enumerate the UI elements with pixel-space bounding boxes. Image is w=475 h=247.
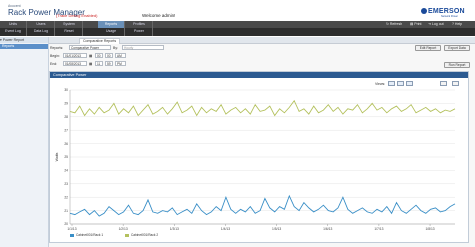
tab-reports[interactable]: Reports xyxy=(98,21,125,28)
y-tick-label: 22 xyxy=(64,195,68,199)
nav-bar-secondary: Event Log Data Log Reset Usage Power xyxy=(0,28,475,36)
tab-data-log[interactable]: Data Log xyxy=(28,28,55,36)
tab-units[interactable]: Units xyxy=(0,21,27,28)
x-tick-label: 1/1/13 xyxy=(67,227,76,231)
sidebar-section-header[interactable]: ▾ Power Report xyxy=(0,37,48,43)
y-tick-label: 24 xyxy=(64,169,68,173)
power-line-chart: 20 21 22 23 24 25 26 27 28 29 30 Watts 1/1/13 1/2/13 1… xyxy=(55,88,456,231)
y-tick-label: 29 xyxy=(64,102,68,106)
tab-users[interactable]: Users xyxy=(28,21,55,28)
report-form: Reports: Comparative Power By: Hourly Be… xyxy=(49,45,475,70)
edit-report-button[interactable]: Edit Report xyxy=(415,45,441,51)
debug-notice: (Trace Debug Enabled) xyxy=(56,13,98,18)
begin-date-field[interactable]: 01/01/2013 xyxy=(63,53,87,58)
nav-bar-primary: Units Users System Reports Profiles xyxy=(0,21,475,28)
series-line-1 xyxy=(69,194,456,217)
report-type-select[interactable]: Comparative Power xyxy=(69,45,111,50)
tab-event-log[interactable]: Event Log xyxy=(0,28,27,36)
y-tick-label: 26 xyxy=(64,142,68,146)
y-tick-label: 20 xyxy=(64,222,68,226)
begin-ampm-select[interactable]: AM xyxy=(115,53,126,58)
legend-swatch xyxy=(125,233,129,237)
x-tick-label: 1/6/13 xyxy=(323,227,332,231)
logout-button[interactable]: ⇥ Log out xyxy=(428,22,444,27)
legend-item-rack1: Cabinet001/Rack 1 xyxy=(70,233,103,237)
x-tick-label: 1/8/13 xyxy=(425,227,434,231)
y-tick-label: 25 xyxy=(64,155,68,159)
reports-label: Reports: xyxy=(50,46,64,50)
calendar-icon[interactable]: ▦ xyxy=(89,62,92,66)
tab-system[interactable]: System xyxy=(56,21,83,28)
print-button[interactable]: ▤ Print xyxy=(410,22,421,27)
y-tick-label: 21 xyxy=(64,209,68,213)
y-tick-label: 28 xyxy=(64,115,68,119)
x-tick-label: 1/2/13 xyxy=(119,227,128,231)
x-tick-label: 1/7/13 xyxy=(374,227,383,231)
export-data-button[interactable]: Export Data xyxy=(444,45,470,51)
x-tick-label: 1/5/13 xyxy=(272,227,281,231)
brand-logo-sub: Network Power xyxy=(441,15,458,18)
help-button[interactable]: ? Help xyxy=(452,22,462,27)
y-tick-label: 23 xyxy=(64,182,68,186)
tab-usage[interactable]: Usage xyxy=(98,28,125,36)
calendar-icon[interactable]: ▦ xyxy=(89,54,92,58)
y-axis-label: Watts xyxy=(55,152,59,161)
y-tick-label: 27 xyxy=(64,128,68,132)
y-tick-label: 30 xyxy=(64,88,68,92)
refresh-button[interactable]: ↻ Refresh xyxy=(386,22,402,27)
sidebar: ▾ Power Report Reports xyxy=(0,37,49,247)
tab-bar: Comparative Reports xyxy=(49,37,475,44)
emerson-logo-icon xyxy=(421,8,427,14)
tab-power[interactable]: Power xyxy=(126,28,153,36)
end-minute-field[interactable]: 59 xyxy=(105,61,113,66)
sidebar-item-reports[interactable]: Reports xyxy=(0,44,48,49)
series-line-2 xyxy=(69,99,456,117)
by-label: By: xyxy=(113,46,119,50)
app-header: Avocent Rack Power Manager (Trace Debug … xyxy=(0,0,475,21)
by-select[interactable]: Hourly xyxy=(122,45,164,50)
panel-title: Comparative Power xyxy=(50,72,468,78)
end-ampm-select[interactable]: PM xyxy=(115,61,126,66)
main-content: Comparative Reports Reports: Comparative… xyxy=(49,37,475,247)
legend-item-rack2: Cabinet001/Rack 2 xyxy=(125,233,158,237)
x-tick-label: 1/4/13 xyxy=(221,227,230,231)
begin-minute-field[interactable]: 00 xyxy=(105,53,113,58)
end-date-field[interactable]: 01/08/2013 xyxy=(63,61,87,66)
tab-profiles[interactable]: Profiles xyxy=(126,21,153,28)
end-label: End: xyxy=(50,62,58,66)
begin-label: Begin: xyxy=(50,54,60,58)
brand-logo: EMERSON xyxy=(428,8,465,15)
legend-swatch xyxy=(70,233,74,237)
end-hour-field[interactable]: 11 xyxy=(95,61,103,66)
x-tick-label: 1/3/13 xyxy=(170,227,179,231)
tab-comparative-reports[interactable]: Comparative Reports xyxy=(79,38,121,44)
tab-reset[interactable]: Reset xyxy=(56,28,83,36)
run-report-button[interactable]: Run Report xyxy=(444,62,470,68)
begin-hour-field[interactable]: 00 xyxy=(95,53,103,58)
chart-panel: Comparative Power Views: 20 21 22 23 24 25 26 2… xyxy=(49,71,469,243)
welcome-text: Welcome admin! xyxy=(142,13,176,18)
